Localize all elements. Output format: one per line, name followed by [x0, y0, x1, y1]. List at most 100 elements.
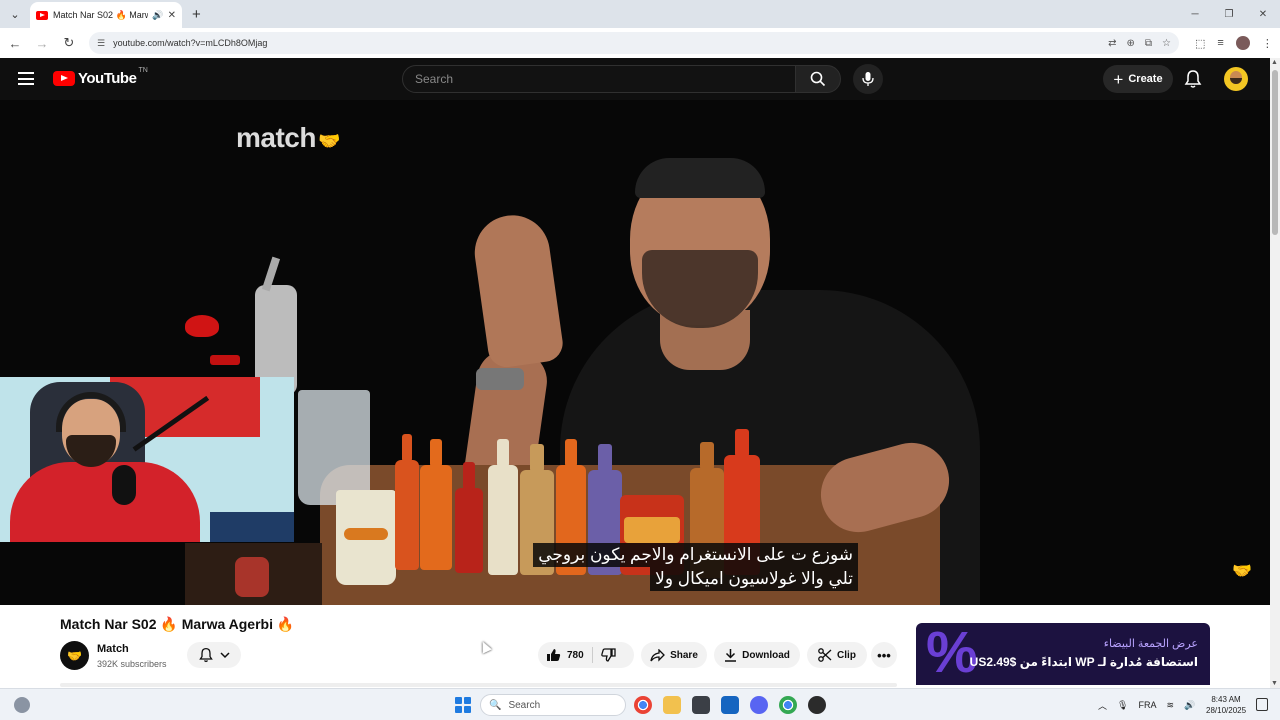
- tab-search-chevron-icon[interactable]: ⌄: [4, 3, 26, 25]
- create-label: Create: [1128, 73, 1163, 85]
- search-icon: [810, 71, 826, 87]
- youtube-logo-text: YouTube: [78, 70, 137, 87]
- subscription-bell-button[interactable]: [187, 642, 241, 668]
- outlook-app-icon[interactable]: [721, 696, 739, 714]
- scroll-down-arrow-icon[interactable]: ▼: [1271, 680, 1278, 687]
- ad-headline: عرض الجمعة البيضاء: [1103, 638, 1198, 650]
- chrome-app-icon[interactable]: [634, 696, 652, 714]
- sidebar-ad-banner[interactable]: % عرض الجمعة البيضاء استضافة مُدارة لـ W…: [916, 623, 1210, 685]
- red-lamp: [185, 315, 219, 337]
- guest-raised-hand: [469, 210, 566, 370]
- tray-overflow-icon[interactable]: ︿: [1098, 699, 1107, 712]
- site-info-icon[interactable]: ☰: [97, 38, 105, 49]
- youtube-logo[interactable]: YouTube TN: [53, 67, 148, 87]
- ad-percent-graphic: %: [926, 623, 978, 685]
- guest-watch: [476, 368, 524, 390]
- scrollbar-thumb[interactable]: [1272, 70, 1278, 235]
- file-explorer-icon[interactable]: [663, 696, 681, 714]
- plus-icon: +: [1113, 69, 1124, 89]
- browser-menu-icon[interactable]: ⋮: [1262, 37, 1273, 50]
- create-button[interactable]: + Create: [1103, 65, 1173, 93]
- video-lower-strip: [185, 543, 322, 605]
- paper-cup: [336, 490, 396, 585]
- new-tab-button[interactable]: +: [192, 6, 201, 23]
- account-avatar[interactable]: [1224, 67, 1248, 91]
- channel-avatar[interactable]: 🤝: [60, 641, 89, 670]
- ice-glass: [298, 390, 370, 505]
- chrome-active-app-icon[interactable]: [779, 696, 797, 714]
- caption-line-1: شوزع ت على الانستغرام والاجم يكون بروجي: [533, 543, 858, 567]
- page-scrollbar[interactable]: ▲ ▼: [1270, 58, 1280, 688]
- video-player[interactable]: match 🤝 شوزع ت على الانستغرام والاجم يكون…: [0, 100, 1270, 605]
- url-text[interactable]: youtube.com/watch?v=mLCDh8OMjag: [113, 38, 1098, 48]
- share-button[interactable]: Share: [641, 642, 707, 668]
- description-divider: [60, 683, 897, 687]
- guide-menu-icon[interactable]: [18, 72, 34, 85]
- youtube-header: YouTube TN + Create: [0, 58, 1270, 100]
- video-title: Match Nar S02 🔥 Marwa Agerbi 🔥: [60, 616, 295, 632]
- keyboard: [210, 512, 294, 542]
- share-arrow-icon: [650, 648, 666, 662]
- search-input[interactable]: [415, 72, 783, 86]
- extensions-icon[interactable]: ⬚: [1195, 37, 1205, 50]
- guest-hair: [635, 158, 765, 198]
- clip-label: Clip: [837, 649, 856, 661]
- search-box[interactable]: [402, 65, 796, 93]
- youtube-play-icon: [53, 71, 75, 86]
- channel-name[interactable]: Match: [97, 643, 129, 655]
- clock-date: 28/10/2025: [1206, 706, 1247, 715]
- match-overlay-logo: match 🤝: [236, 122, 340, 154]
- browser-tab-active[interactable]: Match Nar S02 🔥 Marwa Agerbi 🔥 🔊 ✕: [30, 2, 182, 28]
- tray-mic-icon[interactable]: 🎙: [1117, 700, 1128, 711]
- like-button[interactable]: 780: [538, 647, 593, 663]
- browser-profile-avatar[interactable]: [1235, 36, 1250, 50]
- input-language[interactable]: FRA: [1138, 700, 1156, 710]
- hot-sauce-bottle: [455, 462, 483, 573]
- dislike-button[interactable]: [593, 648, 624, 662]
- install-app-icon[interactable]: ⧉: [1145, 38, 1152, 49]
- obs-app-icon[interactable]: [808, 696, 826, 714]
- forward-icon[interactable]: →: [30, 31, 54, 55]
- wifi-icon[interactable]: ≋: [1166, 700, 1174, 711]
- more-actions-button[interactable]: •••: [871, 642, 897, 668]
- reading-list-icon[interactable]: ≡: [1217, 37, 1223, 49]
- close-window-icon[interactable]: ✕: [1246, 0, 1280, 28]
- download-button[interactable]: Download: [714, 642, 800, 668]
- store-app-icon[interactable]: [692, 696, 710, 714]
- address-bar[interactable]: ☰ youtube.com/watch?v=mLCDh8OMjag ⇄ ⊕ ⧉ …: [89, 32, 1179, 54]
- widgets-icon[interactable]: [14, 697, 30, 713]
- volume-icon[interactable]: 🔊: [1184, 700, 1195, 711]
- subscriber-count: 392K subscribers: [97, 659, 167, 669]
- search-button[interactable]: [795, 65, 841, 93]
- reload-icon[interactable]: ↻: [57, 31, 81, 55]
- start-button-icon[interactable]: [455, 697, 471, 713]
- taskbar-search-icon: 🔍: [489, 699, 502, 711]
- discord-app-icon[interactable]: [750, 696, 768, 714]
- back-icon[interactable]: ←: [3, 31, 27, 55]
- zoom-icon[interactable]: ⊕: [1127, 38, 1135, 49]
- scroll-up-arrow-icon[interactable]: ▲: [1271, 59, 1278, 66]
- video-details: Match Nar S02 🔥 Marwa Agerbi 🔥 🤝 Match 3…: [0, 605, 1270, 688]
- tab-audio-icon[interactable]: 🔊: [152, 10, 163, 21]
- taskbar-search[interactable]: 🔍 Search: [480, 694, 626, 716]
- clip-button[interactable]: Clip: [807, 642, 867, 668]
- notifications-bell-icon[interactable]: [1183, 69, 1203, 89]
- download-label: Download: [742, 649, 790, 661]
- translate-icon[interactable]: ⇄: [1108, 38, 1116, 49]
- share-label: Share: [670, 649, 698, 661]
- youtube-country-code: TN: [138, 67, 148, 74]
- scissors-icon: [818, 648, 832, 662]
- bookmark-star-icon[interactable]: ☆: [1162, 38, 1171, 49]
- notification-center-icon[interactable]: [1256, 698, 1268, 711]
- taskbar-clock[interactable]: 8:43 AM 28/10/2025: [1206, 694, 1246, 716]
- caption-line-2: تلي والا غولاسيون اميكال ولا: [650, 567, 858, 591]
- voice-search-button[interactable]: [853, 64, 883, 94]
- restore-icon[interactable]: ❐: [1212, 0, 1246, 28]
- tab-close-icon[interactable]: ✕: [168, 10, 176, 21]
- minimize-icon[interactable]: ─: [1178, 0, 1212, 28]
- streamer-facecam: [0, 377, 294, 542]
- system-tray: ︿ 🎙 FRA ≋ 🔊: [1098, 689, 1195, 720]
- like-dislike-group: 780: [538, 642, 634, 668]
- hot-sauce-bottle: [395, 434, 419, 570]
- channel-watermark-icon[interactable]: 🤝: [1232, 561, 1252, 581]
